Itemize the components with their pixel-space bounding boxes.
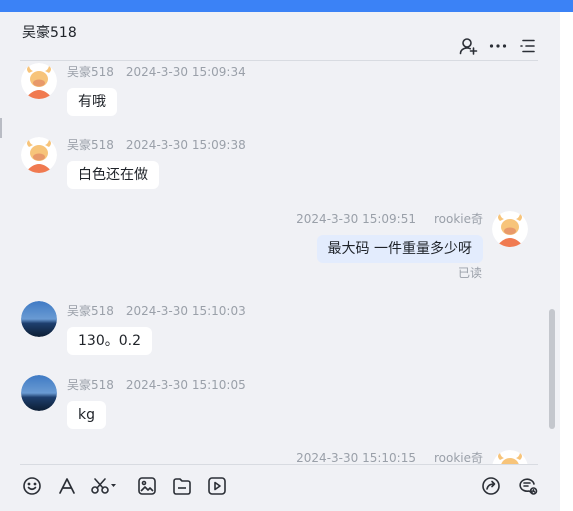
- avatar[interactable]: [21, 63, 57, 99]
- video-icon[interactable]: [206, 475, 228, 497]
- scrollbar-thumb[interactable]: [549, 309, 555, 429]
- side-panel-edge: [560, 12, 573, 511]
- avatar[interactable]: [492, 211, 528, 247]
- scissors-icon[interactable]: [90, 475, 120, 497]
- message-time: 2024-3-30 15:09:34: [125, 65, 246, 79]
- message-meta: 吴豪518 2024-3-30 15:10:03: [67, 304, 246, 318]
- message-time: 2024-3-30 15:09:51: [296, 212, 416, 226]
- sender-name: 吴豪518: [67, 304, 114, 318]
- sender-name: rookie奇: [433, 212, 483, 226]
- message-meta: 吴豪518 2024-3-30 15:09:38: [67, 138, 246, 152]
- top-accent-bar: [0, 0, 573, 12]
- message-meta: 吴豪518 2024-3-30 15:09:34: [67, 65, 246, 79]
- avatar[interactable]: [21, 301, 57, 337]
- sender-name: 吴豪518: [67, 65, 114, 79]
- chat-title: 吴豪518: [22, 25, 77, 41]
- sender-name: 吴豪518: [67, 138, 114, 152]
- more-icon[interactable]: [488, 36, 508, 56]
- message-time: 2024-3-30 15:09:38: [125, 138, 246, 152]
- message-bubble[interactable]: 有哦: [67, 88, 117, 116]
- sender-name: rookie奇: [433, 451, 483, 464]
- message-time: 2024-3-30 15:10:15: [296, 451, 416, 464]
- message-time: 2024-3-30 15:10:05: [125, 378, 246, 392]
- message-time: 2024-3-30 15:10:03: [125, 304, 246, 318]
- avatar[interactable]: [21, 375, 57, 411]
- message-meta: 吴豪518 2024-3-30 15:10:05: [67, 378, 246, 392]
- image-icon[interactable]: [136, 475, 158, 497]
- message-meta: 2024-3-30 15:10:15 rookie奇: [296, 451, 483, 464]
- chat-history-icon[interactable]: [517, 475, 539, 497]
- share-icon[interactable]: [480, 475, 502, 497]
- read-status: 已读: [457, 266, 482, 280]
- avatar[interactable]: [492, 450, 528, 464]
- toolbar-divider: [20, 464, 538, 465]
- folder-icon[interactable]: [171, 475, 193, 497]
- message-list[interactable]: 吴豪518 2024-3-30 15:09:34 有哦 吴豪518 2024-3-3…: [0, 61, 548, 464]
- add-contact-icon[interactable]: [458, 36, 478, 56]
- message-bubble[interactable]: 最大码 一件重量多少呀: [316, 235, 483, 263]
- message-bubble[interactable]: 130。0.2: [67, 327, 152, 355]
- avatar[interactable]: [21, 137, 57, 173]
- emoji-icon[interactable]: [21, 475, 43, 497]
- message-bubble[interactable]: 白色还在做: [67, 161, 159, 189]
- sender-name: 吴豪518: [67, 378, 114, 392]
- message-bubble[interactable]: kg: [67, 401, 106, 429]
- message-meta: 2024-3-30 15:09:51 rookie奇: [296, 212, 483, 226]
- menu-list-icon[interactable]: [518, 36, 538, 56]
- font-icon[interactable]: [56, 475, 78, 497]
